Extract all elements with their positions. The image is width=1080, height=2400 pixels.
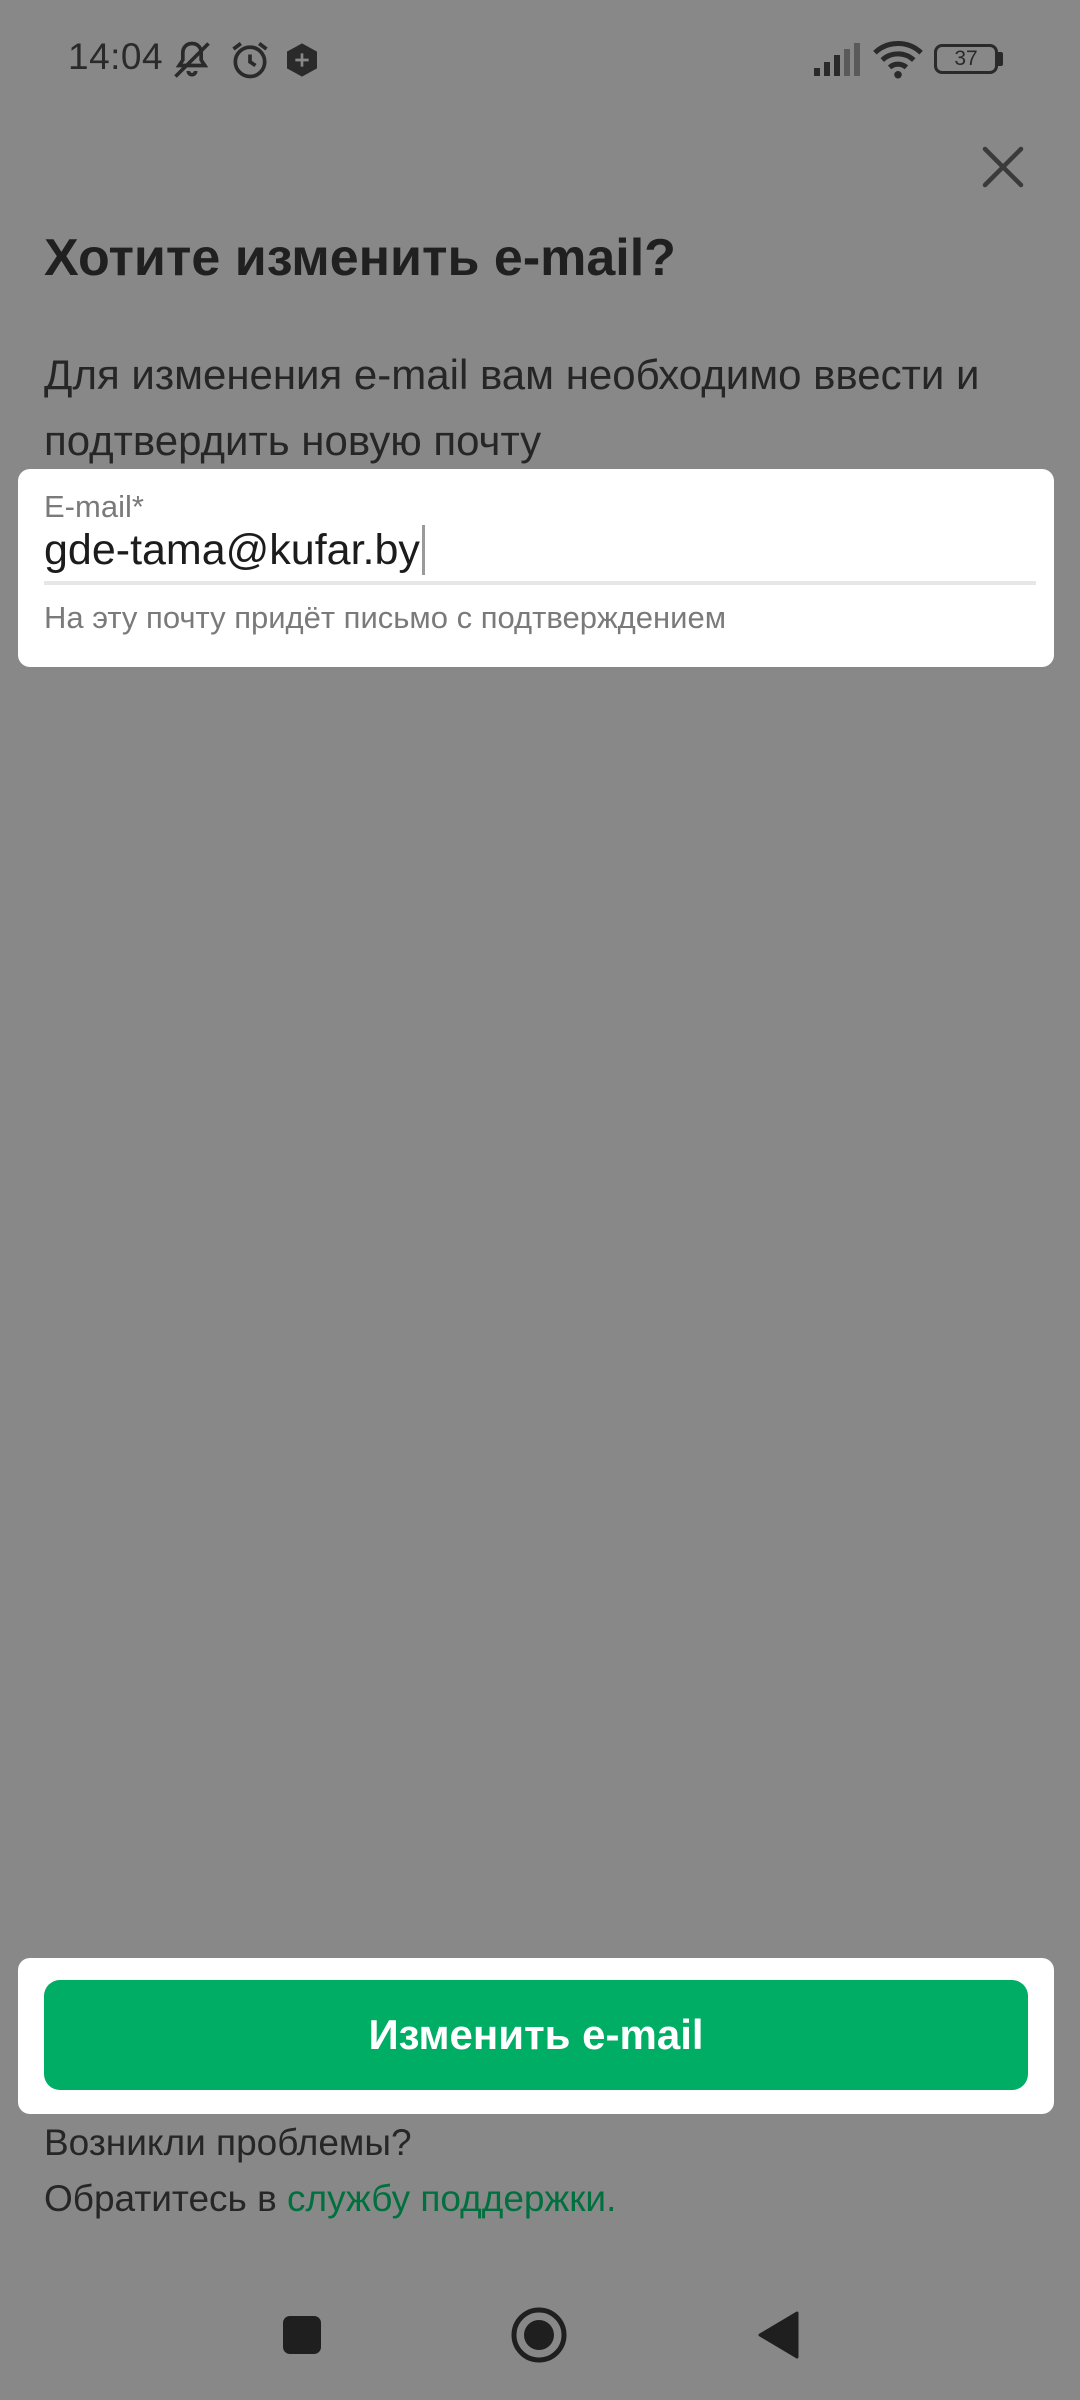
mute-icon <box>174 41 210 78</box>
text-cursor <box>421 525 425 575</box>
email-input-card: E-mail* gde-tama@kufar.by На эту почту п… <box>18 469 1054 667</box>
signal-icon <box>814 43 860 76</box>
back-button[interactable] <box>733 2290 823 2380</box>
status-bar: 14:04 37 <box>0 0 1080 120</box>
dialog-title: Хотите изменить e-mail? <box>44 229 676 287</box>
close-button[interactable] <box>972 136 1034 198</box>
help-contact-prefix: Обратитесь в <box>44 2178 288 2219</box>
action-card: Изменить e-mail <box>18 1958 1054 2114</box>
email-field-hint: На эту почту придёт письмо с подтвержден… <box>44 600 726 635</box>
alarm-icon <box>232 42 268 79</box>
email-field[interactable]: gde-tama@kufar.by <box>44 525 425 575</box>
email-field-underline <box>44 581 1036 585</box>
dialog-description: Для изменения e-mail вам необходимо ввес… <box>44 351 980 464</box>
close-icon <box>982 146 1024 188</box>
vpn-icon <box>287 43 317 77</box>
home-icon <box>511 2307 567 2363</box>
help-contact: Обратитесь в службу поддержки. <box>44 2178 616 2220</box>
back-icon <box>758 2311 799 2359</box>
status-time: 14:04 <box>68 36 164 77</box>
navigation-bar <box>0 2290 1080 2400</box>
support-link[interactable]: службу поддержки. <box>287 2178 616 2219</box>
battery-level: 37 <box>954 47 978 70</box>
wifi-icon <box>873 41 923 79</box>
help-question: Возникли проблемы? <box>44 2122 412 2163</box>
email-field-value[interactable]: gde-tama@kufar.by <box>44 526 420 575</box>
recents-icon <box>283 2316 321 2354</box>
recents-button[interactable] <box>257 2290 347 2380</box>
change-email-button[interactable]: Изменить e-mail <box>44 1980 1028 2090</box>
home-button[interactable] <box>494 2290 584 2380</box>
battery-icon: 37 <box>934 44 998 74</box>
battery-tip <box>998 52 1003 66</box>
email-field-label: E-mail* <box>44 489 144 524</box>
